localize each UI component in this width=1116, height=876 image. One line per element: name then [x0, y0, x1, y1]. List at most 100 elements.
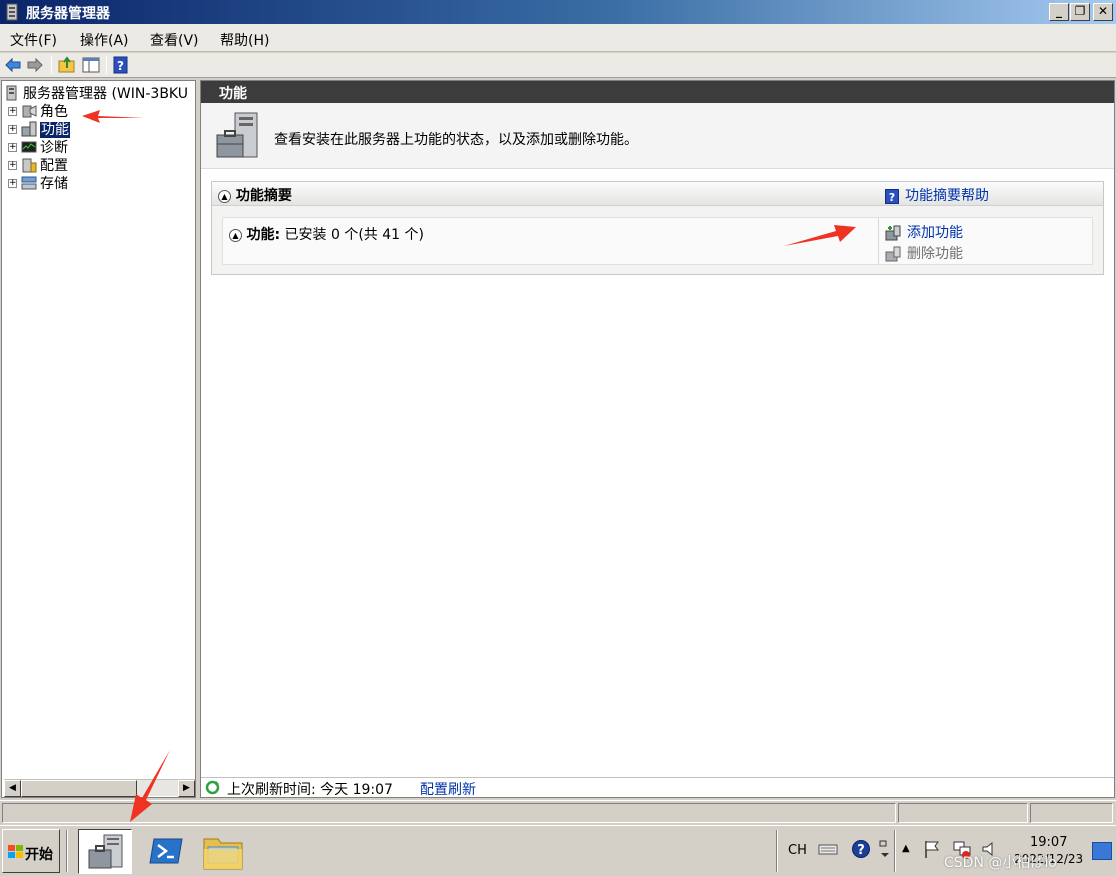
last-refresh-text: 上次刷新时间: 今天 19:07	[227, 782, 393, 798]
scroll-left-button[interactable]: ◀	[4, 780, 21, 797]
tree-item-label: 角色	[40, 104, 68, 120]
collapse-up-icon[interactable]: ▲	[229, 228, 242, 242]
tree-item-features[interactable]: + 功能	[8, 119, 70, 138]
intro-text: 查看安装在此服务器上功能的状态，以及添加或删除功能。	[274, 132, 638, 148]
remove-features-link[interactable]: 删除功能	[885, 243, 963, 263]
powershell-icon	[149, 838, 183, 864]
refresh-icon[interactable]	[205, 780, 220, 795]
toolbar-separator	[106, 56, 107, 74]
taskbar-explorer[interactable]	[196, 829, 250, 874]
features-summary-section: ▲ 功能摘要 ?功能摘要帮助 ▲ 功能: 已安装 0 个(共 41 个) 添加	[211, 181, 1104, 275]
menu-action[interactable]: 操作(A)	[80, 30, 129, 50]
features-icon	[21, 121, 37, 137]
help-circle-icon[interactable]: ?	[851, 839, 871, 859]
annotation-arrow	[130, 750, 170, 822]
remove-feature-icon	[885, 246, 901, 262]
svg-text:?: ?	[857, 843, 865, 858]
tree-item-configuration[interactable]: + 配置	[8, 155, 68, 174]
window-title: 服务器管理器	[26, 6, 110, 22]
diagnostics-icon	[21, 141, 37, 153]
keyboard-icon[interactable]	[818, 839, 838, 859]
explorer-folder-icon	[203, 838, 243, 870]
taskbar-separator	[66, 830, 68, 872]
action-center-flag-icon[interactable]	[922, 839, 942, 859]
taskbar-separator	[894, 830, 896, 872]
intro-panel: 查看安装在此服务器上功能的状态，以及添加或删除功能。	[201, 103, 1114, 169]
expand-toggle[interactable]: +	[8, 106, 17, 116]
summary-help-text: 功能摘要帮助	[905, 188, 989, 204]
expand-toggle[interactable]: +	[8, 142, 17, 152]
language-bar-options-icon[interactable]	[878, 839, 892, 859]
refresh-bar: 上次刷新时间: 今天 19:07 配置刷新	[201, 777, 1114, 799]
show-desktop-button[interactable]	[1092, 842, 1112, 860]
close-button[interactable]: ✕	[1093, 3, 1113, 21]
minimize-button[interactable]: _	[1049, 3, 1069, 21]
summary-title: ▲ 功能摘要	[218, 185, 292, 205]
collapse-up-icon[interactable]: ▲	[218, 189, 231, 203]
summary-title-text: 功能摘要	[235, 188, 292, 204]
configuration-icon	[22, 158, 37, 173]
language-indicator[interactable]: CH	[788, 843, 807, 858]
taskbar-powershell[interactable]	[140, 829, 194, 874]
svg-text:?: ?	[117, 59, 124, 73]
features-label: 功能:	[246, 227, 281, 243]
configure-refresh-link[interactable]: 配置刷新	[420, 779, 476, 799]
navigation-tree: 服务器管理器 (WIN-3BKU + 角色 + 功能 + 诊断 + 配置 + 存…	[1, 80, 196, 798]
show-hide-tree-icon[interactable]	[82, 56, 100, 74]
features-status: ▲ 功能: 已安装 0 个(共 41 个)	[229, 224, 424, 244]
server-manager-icon	[6, 3, 18, 21]
scroll-right-button[interactable]: ▶	[178, 780, 195, 797]
add-feature-icon	[885, 225, 901, 241]
features-server-icon	[216, 112, 258, 158]
remove-features-label: 删除功能	[907, 246, 963, 262]
tree-item-label: 配置	[40, 158, 68, 174]
features-detail: ▲ 功能: 已安装 0 个(共 41 个) 添加功能 删除功能	[222, 217, 1093, 265]
expand-toggle[interactable]: +	[8, 178, 17, 188]
features-count: 已安装 0 个(共 41 个)	[284, 227, 424, 243]
up-folder-icon[interactable]	[58, 56, 76, 74]
start-label: 开始	[25, 847, 53, 863]
roles-icon	[22, 105, 37, 118]
back-arrow-icon[interactable]	[4, 56, 22, 74]
actions-panel: 添加功能 删除功能	[878, 218, 1094, 264]
taskbar-server-manager[interactable]	[78, 829, 132, 874]
title-bar: 服务器管理器 _ ❐ ✕	[0, 0, 1116, 24]
content-header: 功能	[201, 81, 1114, 103]
add-features-label: 添加功能	[907, 225, 963, 241]
storage-icon	[21, 176, 37, 190]
content-pane: 功能 查看安装在此服务器上功能的状态，以及添加或删除功能。 ▲ 功能摘要 ? 功能…	[200, 80, 1115, 798]
add-features-link[interactable]: 添加功能	[885, 222, 963, 242]
menu-help[interactable]: 帮助(H)	[220, 30, 269, 50]
tree-item-diagnostics[interactable]: + 诊断	[8, 137, 68, 156]
summary-header: ▲ 功能摘要 ? 功能摘要帮助	[212, 182, 1103, 206]
menu-view[interactable]: 查看(V)	[150, 30, 199, 50]
help-icon[interactable]: ?	[112, 56, 130, 74]
help-icon: ?	[885, 188, 899, 204]
menu-file[interactable]: 文件(F)	[10, 30, 57, 50]
tree-root-label: 服务器管理器 (WIN-3BKU	[23, 86, 188, 102]
annotation-arrow	[82, 110, 144, 123]
server-manager-icon	[6, 85, 17, 101]
annotation-arrow	[784, 225, 856, 246]
tree-item-label: 存储	[40, 176, 68, 192]
show-hidden-icons-chevron-icon[interactable]: ▲	[902, 843, 910, 854]
status-cell	[898, 803, 1028, 823]
tree-item-roles[interactable]: + 角色	[8, 101, 68, 120]
menu-bar: 文件(F) 操作(A) 查看(V) 帮助(H)	[0, 24, 1116, 52]
start-button[interactable]: 开始	[2, 829, 60, 873]
status-cell	[1030, 803, 1113, 823]
tree-item-storage[interactable]: + 存储	[8, 173, 68, 192]
tree-root[interactable]: 服务器管理器 (WIN-3BKU	[4, 83, 188, 102]
tree-item-label: 诊断	[40, 140, 68, 156]
tree-item-label: 功能	[40, 122, 70, 138]
scroll-thumb[interactable]	[21, 780, 137, 797]
forward-arrow-icon[interactable]	[26, 56, 44, 74]
clock-time[interactable]: 19:07	[1030, 835, 1067, 850]
restore-button[interactable]: ❐	[1070, 3, 1090, 21]
toolbar: ?	[0, 53, 1116, 78]
summary-help-link[interactable]: ? 功能摘要帮助	[885, 185, 989, 205]
toolbar-separator	[51, 56, 52, 74]
expand-toggle[interactable]: +	[8, 160, 17, 170]
taskbar: 开始 CH ? ▲ 19:07 2022/12/23 CSDN @小柏ぱlo	[0, 825, 1116, 876]
expand-toggle[interactable]: +	[8, 124, 17, 134]
